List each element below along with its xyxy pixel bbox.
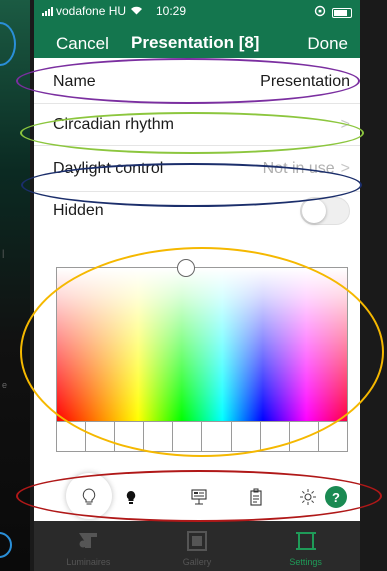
- tab-settings-label: Settings: [289, 557, 322, 567]
- daylight-control-value: Not in use: [262, 159, 335, 177]
- navigation-bar: Cancel Presentation [8] Done: [34, 22, 360, 58]
- presentation-board-icon[interactable]: [188, 486, 210, 508]
- tab-gallery[interactable]: Gallery: [143, 521, 252, 571]
- color-swatch[interactable]: [173, 422, 203, 451]
- name-row[interactable]: Name Presentation: [34, 60, 360, 104]
- document-icon[interactable]: [245, 486, 267, 508]
- name-label: Name: [53, 72, 96, 90]
- highlight-ring: [0, 532, 12, 558]
- wifi-icon: [130, 5, 143, 18]
- hidden-row: Hidden: [34, 192, 360, 230]
- carrier-label: vodafone HU: [56, 4, 127, 18]
- gallery-icon: [186, 530, 208, 552]
- circadian-rhythm-row[interactable]: Circadian rhythm >: [34, 104, 360, 146]
- color-swatch[interactable]: [57, 422, 87, 451]
- edge-mark: e: [2, 380, 8, 390]
- chevron-right-icon: >: [340, 159, 350, 177]
- settings-icon: [295, 530, 317, 552]
- color-picker: [56, 259, 348, 452]
- name-value[interactable]: Presentation: [260, 73, 350, 91]
- chevron-right-icon: >: [340, 115, 350, 133]
- help-icon[interactable]: ?: [325, 486, 347, 508]
- help-label: ?: [325, 486, 347, 508]
- tab-bar: Luminaires Gallery Settings: [34, 521, 360, 571]
- luminaire-icon: [76, 530, 100, 552]
- color-swatch[interactable]: [318, 422, 347, 451]
- done-button[interactable]: Done: [307, 34, 348, 54]
- daylight-control-row[interactable]: Daylight control Not in use >: [34, 146, 360, 192]
- sun-icon[interactable]: [297, 486, 319, 508]
- color-swatch[interactable]: [260, 422, 290, 451]
- color-swatch[interactable]: [115, 422, 145, 451]
- edge-mark: |: [2, 248, 5, 258]
- tab-luminaires[interactable]: Luminaires: [34, 521, 143, 571]
- circadian-rhythm-label: Circadian rhythm: [53, 115, 174, 133]
- color-swatch[interactable]: [202, 422, 232, 451]
- lightbulb-filled-icon[interactable]: [120, 486, 142, 508]
- hidden-label: Hidden: [53, 202, 104, 219]
- tab-gallery-label: Gallery: [182, 557, 212, 567]
- color-swatch[interactable]: [289, 422, 319, 451]
- page-title: Presentation [8]: [131, 33, 260, 52]
- color-swatch[interactable]: [144, 422, 174, 451]
- color-temperature-handle[interactable]: [177, 259, 195, 277]
- color-spectrum[interactable]: [56, 267, 348, 422]
- toggle-knob: [302, 199, 326, 223]
- orientation-lock-icon: [314, 5, 326, 20]
- tab-settings[interactable]: Settings: [251, 521, 360, 571]
- mode-icon-bar: ?: [34, 473, 360, 521]
- signal-icon: [42, 6, 53, 16]
- color-swatch-row: [56, 422, 348, 452]
- battery-icon: [332, 7, 352, 18]
- status-bar: vodafone HU 10:29: [34, 0, 360, 22]
- background-slide-edge: | e: [0, 0, 30, 571]
- color-swatch[interactable]: [231, 422, 261, 451]
- highlight-ring: [0, 22, 16, 66]
- daylight-control-label: Daylight control: [53, 159, 164, 177]
- cancel-button[interactable]: Cancel: [56, 34, 109, 54]
- tab-luminaires-label: Luminaires: [66, 557, 111, 567]
- color-swatch[interactable]: [86, 422, 116, 451]
- clock: 10:29: [156, 4, 187, 18]
- lightbulb-outline-icon[interactable]: [78, 486, 100, 508]
- hidden-toggle[interactable]: [300, 197, 350, 225]
